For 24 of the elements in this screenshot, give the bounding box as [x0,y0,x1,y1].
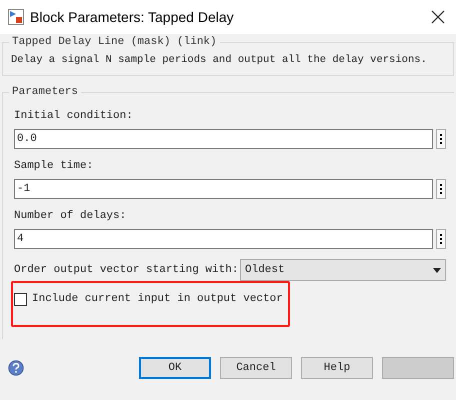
order-dropdown[interactable]: Oldest [240,259,446,281]
ellipsis-icon [440,184,442,194]
field-label: Number of delays: [14,209,128,223]
dialog-button[interactable]: Help [301,357,373,379]
dialog-button[interactable]: Cancel [220,357,292,379]
more-button[interactable] [436,129,446,149]
checkbox-label: Include current input in output vector [32,292,283,307]
checkbox[interactable] [14,292,27,306]
block-icon [8,9,24,25]
window-title: Block Parameters: Tapped Delay [30,8,235,27]
dialog-button[interactable]: OK [139,357,211,379]
ellipsis-icon [440,134,442,144]
description-text: Delay a signal N sample periods and output all the delay versions. [11,53,428,67]
text-field[interactable]: 4 [14,229,434,249]
more-button[interactable] [436,229,446,249]
field-label: Initial condition: [14,109,134,123]
field-label: Sample time: [14,159,94,173]
dropdown-label: Order output vector starting with: [14,262,236,278]
more-button[interactable] [436,179,446,199]
text-field[interactable]: -1 [14,179,434,199]
group-title: Tapped Delay Line (mask) (link) [9,35,220,49]
ellipsis-icon [440,234,442,244]
text-field[interactable]: 0.0 [14,129,434,149]
caret-icon [433,268,441,272]
